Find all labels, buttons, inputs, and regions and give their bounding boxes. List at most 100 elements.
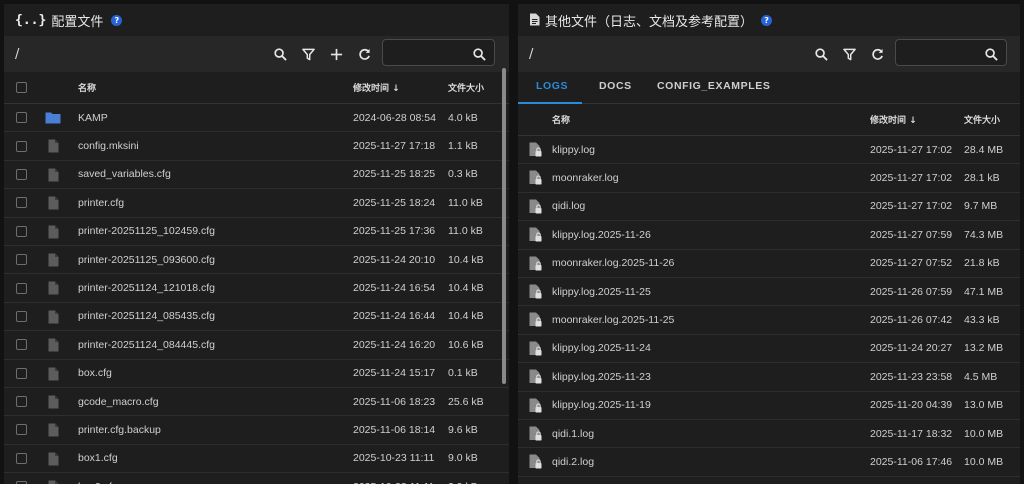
column-name[interactable]: 名称 — [78, 81, 96, 94]
scrollbar[interactable] — [502, 68, 506, 384]
locked-file-icon — [529, 312, 542, 330]
locked-file-icon — [529, 369, 542, 387]
search-icon[interactable] — [807, 40, 835, 68]
file-name: printer.cfg — [78, 196, 125, 209]
help-icon[interactable]: ? — [761, 14, 773, 26]
add-icon[interactable] — [322, 40, 350, 68]
table-row[interactable]: config.mksini 2025-11-27 17:18 1.1 kB — [4, 132, 509, 161]
column-modified[interactable]: 修改时间 ↓ — [353, 81, 400, 94]
column-size[interactable]: 文件大小 — [448, 81, 484, 94]
file-size: 13.0 MB — [964, 399, 1004, 412]
file-modified: 2025-11-27 07:59 — [870, 228, 953, 241]
table-row[interactable]: qidi.log 2025-11-27 17:02 9.7 MB — [518, 193, 1020, 222]
row-checkbox[interactable] — [16, 424, 27, 436]
row-checkbox[interactable] — [16, 254, 27, 266]
table-row[interactable]: printer-20251124_084445.cfg 2025-11-24 16… — [4, 331, 509, 360]
table-row[interactable]: box2.cfg2025-10-23 11:112.9 kB — [4, 473, 509, 484]
row-checkbox[interactable] — [16, 339, 27, 351]
table-row[interactable]: qidi.2.log 2025-11-06 17:46 10.0 MB — [518, 448, 1020, 477]
row-checkbox[interactable] — [16, 112, 27, 124]
column-size[interactable]: 文件大小 — [964, 113, 1000, 126]
file-name: qidi.2.log — [552, 455, 595, 468]
current-path: / — [15, 46, 20, 62]
row-checkbox[interactable] — [16, 225, 27, 237]
tab-docs[interactable]: DOCS — [599, 80, 632, 102]
table-row[interactable]: printer-20251124_121018.cfg 2025-11-24 16… — [4, 274, 509, 303]
file-modified: 2025-11-27 17:02 — [870, 143, 953, 156]
row-checkbox[interactable] — [16, 367, 27, 379]
table-row[interactable]: printer-20251125_102459.cfg 2025-11-25 17… — [4, 218, 509, 246]
file-size: 28.1 kB — [964, 172, 1000, 185]
file-modified: 2025-11-17 18:32 — [870, 427, 953, 440]
file-size: 0.3 kB — [448, 168, 478, 181]
search-field[interactable] — [895, 39, 1007, 66]
file-name: printer-20251124_084445.cfg — [78, 338, 215, 351]
refresh-icon[interactable] — [863, 40, 891, 68]
table-row[interactable]: moonraker.log 2025-11-27 17:02 28.1 kB — [518, 164, 1020, 193]
row-checkbox[interactable] — [16, 197, 27, 209]
tab-config-examples[interactable]: CONFIG_EXAMPLES — [657, 80, 770, 102]
table-row[interactable]: klippy.log.2025-11-23 2025-11-23 23:58 4.5… — [518, 363, 1020, 392]
file-size: 11.0 kB — [448, 225, 483, 238]
file-size: 10.4 kB — [448, 310, 484, 323]
row-checkbox[interactable] — [16, 168, 27, 180]
table-row[interactable]: qidi.1.log 2025-11-17 18:32 10.0 MB — [518, 420, 1020, 449]
folder-icon — [45, 111, 61, 127]
table-row[interactable]: klippy.log 2025-11-27 17:02 28.4 MB — [518, 136, 1020, 165]
table-row[interactable]: klippy.log.2025-11-19 2025-11-20 04:39 13.… — [518, 392, 1020, 420]
column-modified[interactable]: 修改时间 ↓ — [870, 113, 917, 126]
file-size: 9.7 MB — [964, 200, 998, 213]
table-row[interactable]: klippy.log.2025-11-24 2025-11-24 20:27 13.… — [518, 335, 1020, 364]
file-size: 47.1 MB — [964, 285, 1004, 298]
table-row[interactable]: saved_variables.cfg 2025-11-25 18:25 0.3 k… — [4, 161, 509, 190]
table-row[interactable]: printer.cfg 2025-11-25 18:24 11.0 kB — [4, 189, 509, 218]
locked-file-icon — [529, 170, 542, 188]
file-icon — [48, 196, 59, 213]
table-row[interactable]: klippy.log.2025-11-26 2025-11-27 07:59 74.… — [518, 221, 1020, 250]
file-size: 10.0 MB — [964, 427, 1004, 440]
locked-file-icon — [529, 199, 542, 217]
table-row[interactable]: box1.cfg 2025-10-23 11:11 9.0 kB — [4, 445, 509, 474]
tab-logs[interactable]: LOGS — [536, 80, 568, 102]
filter-icon[interactable] — [835, 40, 863, 68]
file-modified: 2025-11-25 18:25 — [353, 168, 436, 181]
table-row[interactable]: printer.cfg.backup 2025-11-06 18:14 9.6 kB — [4, 416, 509, 445]
config-files-toolbar: / — [4, 36, 509, 72]
table-row[interactable]: klippy.log.2025-11-25 2025-11-26 07:59 47.… — [518, 278, 1020, 307]
select-all-checkbox[interactable] — [16, 82, 27, 93]
table-row[interactable]: box.cfg 2025-11-24 15:17 0.1 kB — [4, 360, 509, 388]
table-row[interactable]: printer-20251125_093600.cfg 2025-11-24 20… — [4, 246, 509, 275]
table-row[interactable]: KAMP 2024-06-28 08:54 4.0 kB — [4, 104, 509, 133]
search-icon[interactable] — [266, 40, 294, 68]
file-name: printer-20251124_121018.cfg — [78, 282, 215, 295]
help-icon[interactable]: ? — [111, 14, 123, 26]
table-row[interactable]: moonraker.log.2025-11-26 2025-11-27 07:52… — [518, 250, 1020, 278]
table-row[interactable]: moonraker.log.2025-11-25 2025-11-26 07:42… — [518, 306, 1020, 335]
file-modified: 2025-11-25 17:36 — [353, 225, 436, 238]
file-name: klippy.log.2025-11-26 — [552, 228, 651, 241]
filter-icon[interactable] — [294, 40, 322, 68]
locked-file-icon — [529, 426, 542, 444]
file-name: klippy.log — [552, 143, 595, 156]
row-checkbox[interactable] — [16, 282, 27, 294]
row-checkbox[interactable] — [16, 452, 27, 464]
file-icon — [48, 310, 59, 327]
config-braces-icon: {..} — [15, 12, 47, 28]
row-checkbox[interactable] — [16, 140, 27, 152]
file-size: 10.0 MB — [964, 455, 1004, 468]
locked-file-icon — [529, 227, 542, 245]
file-icon — [48, 139, 59, 156]
file-name: printer-20251124_085435.cfg — [78, 310, 215, 323]
column-name[interactable]: 名称 — [552, 113, 570, 126]
file-name: moonraker.log.2025-11-25 — [552, 314, 675, 327]
table-row[interactable]: printer-20251124_085435.cfg 2025-11-24 16… — [4, 303, 509, 332]
table-row[interactable]: gcode_macro.cfg 2025-11-06 18:23 25.6 kB — [4, 388, 509, 417]
file-modified: 2025-11-24 15:17 — [353, 367, 436, 380]
row-checkbox[interactable] — [16, 396, 27, 408]
search-field[interactable] — [382, 39, 495, 66]
file-name: printer-20251125_093600.cfg — [78, 253, 215, 266]
table-header: 名称 修改时间 ↓ 文件大小 — [4, 72, 509, 104]
refresh-icon[interactable] — [350, 40, 378, 68]
file-name: moonraker.log.2025-11-26 — [552, 257, 675, 270]
row-checkbox[interactable] — [16, 310, 27, 322]
